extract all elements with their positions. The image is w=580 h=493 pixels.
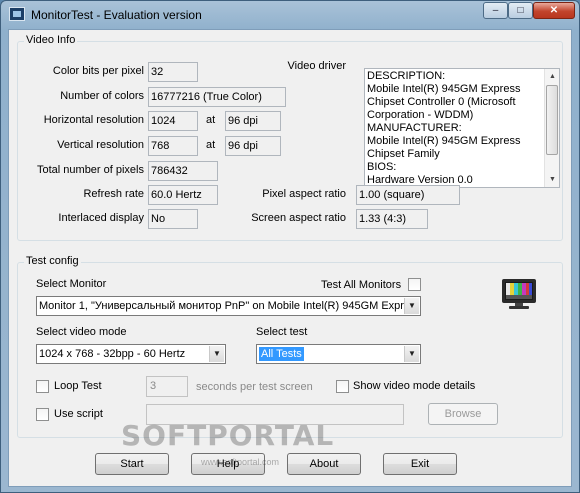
use-script-label: Use script xyxy=(54,408,103,420)
color-bits-value: 32 xyxy=(148,62,198,82)
video-mode-dropdown[interactable]: 1024 x 768 - 32bpp - 60 Hertz ▼ xyxy=(36,344,226,364)
scroll-down-icon[interactable]: ▼ xyxy=(545,172,559,187)
video-info-group: Video Info Color bits per pixel 32 Numbe… xyxy=(17,34,563,241)
chevron-down-icon[interactable]: ▼ xyxy=(404,346,419,362)
test-all-monitors-label: Test All Monitors xyxy=(321,279,402,291)
video-driver-line: BIOS: xyxy=(367,161,397,173)
loop-test-checkbox[interactable] xyxy=(36,380,49,393)
title-bar[interactable]: MonitorTest - Evaluation version – □ ✕ xyxy=(1,1,579,29)
vres-label: Vertical resolution xyxy=(57,139,144,151)
hres-dpi-value: 96 dpi xyxy=(225,111,281,131)
select-test-value: All Tests xyxy=(259,347,304,361)
test-all-monitors-checkbox[interactable] xyxy=(408,278,421,291)
show-details-checkbox[interactable] xyxy=(336,380,349,393)
use-script-checkbox[interactable] xyxy=(36,408,49,421)
seconds-per-screen-label: seconds per test screen xyxy=(196,381,313,393)
screen-aspect-label: Screen aspect ratio xyxy=(251,212,346,224)
driver-scrollbar[interactable]: ▲ ▼ xyxy=(544,69,559,187)
interlaced-value: No xyxy=(148,209,198,229)
browse-button[interactable]: Browse xyxy=(428,403,498,425)
exit-button[interactable]: Exit xyxy=(383,453,457,475)
video-driver-line: DESCRIPTION: xyxy=(367,70,446,82)
video-driver-textbox[interactable]: DESCRIPTION: Mobile Intel(R) 945GM Expres… xyxy=(364,68,560,188)
pixel-aspect-label: Pixel aspect ratio xyxy=(262,188,346,200)
loop-seconds-input[interactable]: 3 xyxy=(146,376,188,397)
test-config-group: Test config Select Monitor Test All Moni… xyxy=(17,255,563,438)
video-driver-line: MANUFACTURER: xyxy=(367,122,462,134)
video-driver-line: Chipset Controller 0 (Microsoft xyxy=(367,96,516,108)
interlaced-label: Interlaced display xyxy=(58,212,144,224)
app-icon xyxy=(9,7,25,21)
total-pixels-value: 786432 xyxy=(148,161,218,181)
scroll-up-icon[interactable]: ▲ xyxy=(545,69,559,84)
refresh-label: Refresh rate xyxy=(83,188,144,200)
video-driver-lines: DESCRIPTION: Mobile Intel(R) 945GM Expres… xyxy=(367,70,543,187)
maximize-button[interactable]: □ xyxy=(508,2,533,19)
vres-value: 768 xyxy=(148,136,198,156)
chevron-down-icon[interactable]: ▼ xyxy=(404,298,419,314)
help-button[interactable]: Help xyxy=(191,453,265,475)
script-path-input[interactable] xyxy=(146,404,404,425)
hres-at-label: at xyxy=(206,114,216,126)
vres-dpi-value: 96 dpi xyxy=(225,136,281,156)
chevron-down-icon[interactable]: ▼ xyxy=(209,346,224,362)
scroll-thumb[interactable] xyxy=(546,85,558,155)
close-button[interactable]: ✕ xyxy=(533,2,575,19)
vres-at-label: at xyxy=(206,139,216,151)
show-details-label: Show video mode details xyxy=(353,380,476,392)
video-driver-line: Corporation - WDDM) xyxy=(367,109,474,121)
num-colors-value: 16777216 (True Color) xyxy=(148,87,286,107)
video-driver-line: Chipset Family xyxy=(367,148,440,160)
video-info-legend: Video Info xyxy=(24,34,78,46)
refresh-value: 60.0 Hertz xyxy=(148,185,218,205)
select-monitor-label: Select Monitor xyxy=(36,278,107,290)
pixel-aspect-value: 1.00 (square) xyxy=(356,185,460,205)
video-driver-line: Mobile Intel(R) 945GM Express xyxy=(367,135,521,147)
hres-label: Horizontal resolution xyxy=(43,114,144,126)
select-monitor-dropdown[interactable]: Monitor 1, "Универсальный монитор PnP" o… xyxy=(36,296,421,316)
minimize-button[interactable]: – xyxy=(483,2,508,19)
video-mode-value: 1024 x 768 - 32bpp - 60 Hertz xyxy=(39,348,186,360)
test-config-legend: Test config xyxy=(24,255,81,267)
monitor-test-pattern-icon xyxy=(502,279,536,309)
video-driver-line: Mobile Intel(R) 945GM Express xyxy=(367,83,521,95)
hres-value: 1024 xyxy=(148,111,198,131)
screen-aspect-value: 1.33 (4:3) xyxy=(356,209,428,229)
about-button[interactable]: About xyxy=(287,453,361,475)
color-bits-label: Color bits per pixel xyxy=(52,65,144,77)
window-title: MonitorTest - Evaluation version xyxy=(31,8,202,22)
video-driver-label: Video driver xyxy=(287,60,347,72)
app-window: MonitorTest - Evaluation version – □ ✕ V… xyxy=(0,0,580,493)
video-mode-label: Select video mode xyxy=(36,326,127,338)
num-colors-label: Number of colors xyxy=(60,90,144,102)
select-monitor-value: Monitor 1, "Универсальный монитор PnP" o… xyxy=(39,300,411,312)
client-area: Video Info Color bits per pixel 32 Numbe… xyxy=(8,29,572,487)
select-test-dropdown[interactable]: All Tests ▼ xyxy=(256,344,421,364)
total-pixels-label: Total number of pixels xyxy=(37,164,144,176)
loop-test-label: Loop Test xyxy=(54,380,102,392)
select-test-label: Select test xyxy=(256,326,308,338)
start-button[interactable]: Start xyxy=(95,453,169,475)
